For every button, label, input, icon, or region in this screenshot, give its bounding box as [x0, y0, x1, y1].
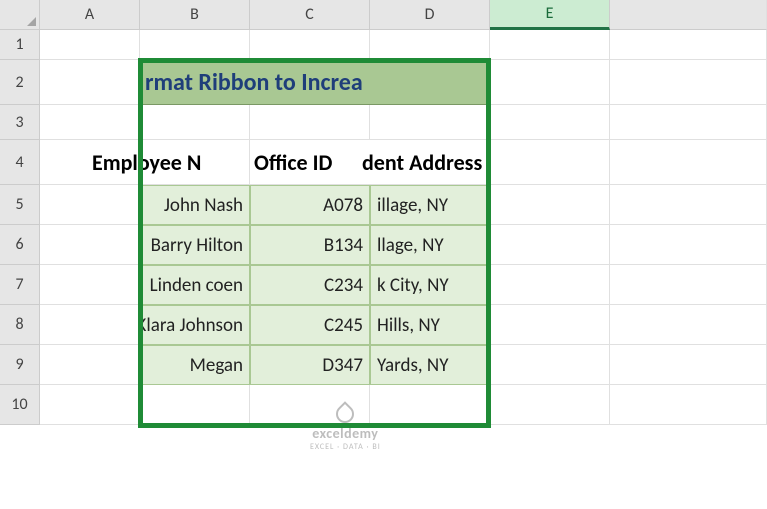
- col-header-overflow: [610, 0, 767, 30]
- row-header-3[interactable]: 3: [0, 105, 40, 140]
- cell-F8[interactable]: [610, 305, 767, 345]
- cell-C3[interactable]: [250, 105, 370, 140]
- row-header-10[interactable]: 10: [0, 385, 40, 425]
- cell-F7[interactable]: [610, 265, 767, 305]
- cell-A9[interactable]: [40, 345, 140, 385]
- cell-F1[interactable]: [610, 30, 767, 60]
- cell-B8[interactable]: Klara Johnson: [140, 305, 250, 345]
- cell-B10[interactable]: [140, 385, 250, 425]
- cell-A2[interactable]: [40, 60, 140, 105]
- col-header-A[interactable]: A: [40, 0, 140, 30]
- cell-E5[interactable]: [490, 185, 610, 225]
- row-header-2[interactable]: 2: [0, 60, 40, 105]
- cell-E4[interactable]: [490, 140, 610, 185]
- cell-D6[interactable]: llage, NY: [370, 225, 490, 265]
- cell-C7[interactable]: C234: [250, 265, 370, 305]
- cell-F5[interactable]: [610, 185, 767, 225]
- cell-E1[interactable]: [490, 30, 610, 60]
- cell-D1[interactable]: [370, 30, 490, 60]
- cell-C5[interactable]: A078: [250, 185, 370, 225]
- cell-D5[interactable]: illage, NY: [370, 185, 490, 225]
- row-header-8[interactable]: 8: [0, 305, 40, 345]
- cell-C8[interactable]: C245: [250, 305, 370, 345]
- cell-A6[interactable]: [40, 225, 140, 265]
- cell-E2[interactable]: [490, 60, 610, 105]
- header-employee-name[interactable]: Employee N: [92, 140, 250, 185]
- col-header-C[interactable]: C: [250, 0, 370, 30]
- watermark-subtext: EXCEL · DATA · BI: [310, 442, 381, 452]
- cell-B7[interactable]: Linden coen: [140, 265, 250, 305]
- select-all-corner[interactable]: [0, 0, 40, 30]
- header-office-id[interactable]: Office ID: [250, 140, 370, 185]
- cell-A3[interactable]: [40, 105, 140, 140]
- cell-A5[interactable]: [40, 185, 140, 225]
- row-header-4[interactable]: 4: [0, 140, 40, 185]
- cell-B9[interactable]: Megan: [140, 345, 250, 385]
- spreadsheet-grid[interactable]: A B C D E 1 2 rmat Ribbon to Increa 3 4 …: [0, 0, 767, 425]
- col-header-D[interactable]: D: [370, 0, 490, 30]
- cell-B3[interactable]: [140, 105, 250, 140]
- cell-B5[interactable]: John Nash: [140, 185, 250, 225]
- cell-F10[interactable]: [610, 385, 767, 425]
- cell-D9[interactable]: Yards, NY: [370, 345, 490, 385]
- cell-F4[interactable]: [610, 140, 767, 185]
- watermark-text: exceldemy: [312, 425, 378, 442]
- title-merged-cell[interactable]: rmat Ribbon to Increa: [140, 60, 490, 105]
- cell-E10[interactable]: [490, 385, 610, 425]
- cell-D8[interactable]: Hills, NY: [370, 305, 490, 345]
- cell-B6[interactable]: Barry Hilton: [140, 225, 250, 265]
- cell-B1[interactable]: [140, 30, 250, 60]
- row-header-7[interactable]: 7: [0, 265, 40, 305]
- cell-C1[interactable]: [250, 30, 370, 60]
- row-header-5[interactable]: 5: [0, 185, 40, 225]
- cell-A1[interactable]: [40, 30, 140, 60]
- cell-E7[interactable]: [490, 265, 610, 305]
- col-header-E[interactable]: E: [490, 0, 610, 30]
- row-header-9[interactable]: 9: [0, 345, 40, 385]
- cell-A10[interactable]: [40, 385, 140, 425]
- cell-E9[interactable]: [490, 345, 610, 385]
- cell-A8[interactable]: [40, 305, 140, 345]
- cell-E6[interactable]: [490, 225, 610, 265]
- cell-F9[interactable]: [610, 345, 767, 385]
- cell-F2[interactable]: [610, 60, 767, 105]
- row-header-6[interactable]: 6: [0, 225, 40, 265]
- row-header-1[interactable]: 1: [0, 30, 40, 60]
- cell-E8[interactable]: [490, 305, 610, 345]
- cell-D7[interactable]: k City, NY: [370, 265, 490, 305]
- cell-A7[interactable]: [40, 265, 140, 305]
- header-address[interactable]: dent Address: [358, 140, 490, 185]
- cell-D3[interactable]: [370, 105, 490, 140]
- cell-E3[interactable]: [490, 105, 610, 140]
- cell-F6[interactable]: [610, 225, 767, 265]
- cell-F3[interactable]: [610, 105, 767, 140]
- cell-C9[interactable]: D347: [250, 345, 370, 385]
- cell-C6[interactable]: B134: [250, 225, 370, 265]
- col-header-B[interactable]: B: [140, 0, 250, 30]
- cell-D10[interactable]: [370, 385, 490, 425]
- watermark: exceldemy EXCEL · DATA · BI: [310, 405, 381, 452]
